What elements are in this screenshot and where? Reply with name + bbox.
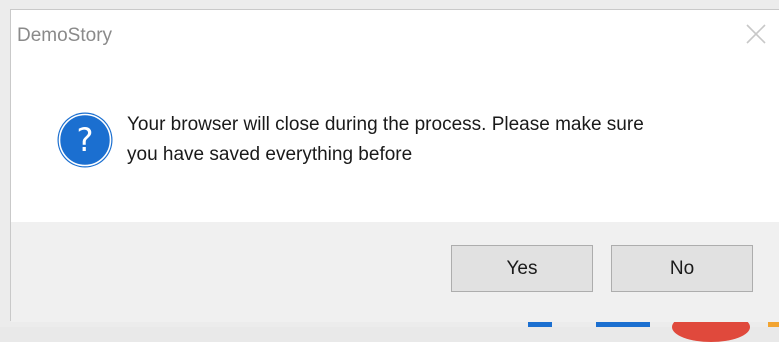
yes-button[interactable]: Yes xyxy=(451,245,593,292)
close-icon xyxy=(746,24,766,44)
message-dialog: DemoStory ? Your browser will close duri… xyxy=(10,9,779,322)
question-icon: ? xyxy=(57,112,113,168)
dialog-body: ? Your browser will close during the pro… xyxy=(11,60,779,222)
dialog-titlebar: DemoStory xyxy=(11,10,779,60)
no-button[interactable]: No xyxy=(611,245,753,292)
dialog-message: Your browser will close during the proce… xyxy=(127,110,757,170)
dialog-message-line: Your browser will close during the proce… xyxy=(127,114,644,135)
dialog-title: DemoStory xyxy=(17,25,113,46)
dialog-button-bar: Yes No xyxy=(11,222,779,322)
svg-text:?: ? xyxy=(77,121,94,159)
close-button[interactable] xyxy=(741,19,771,49)
dialog-message-line: you have saved everything before xyxy=(127,144,413,165)
